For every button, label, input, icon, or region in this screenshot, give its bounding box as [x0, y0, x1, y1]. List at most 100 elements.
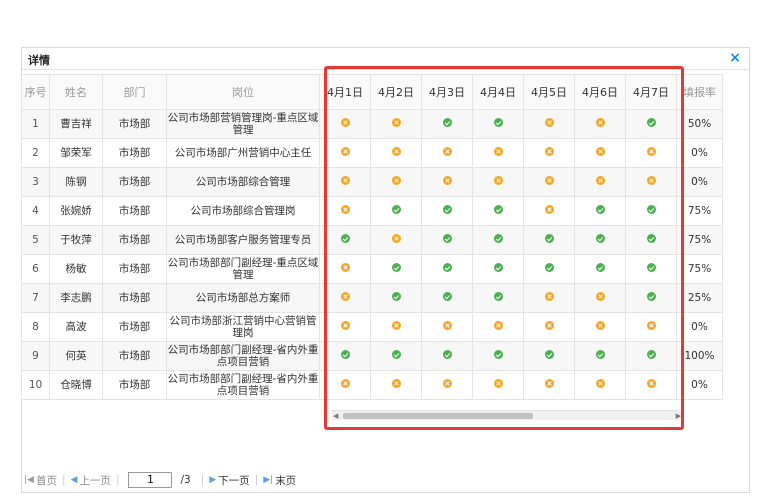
cell-rate: 0% [676, 138, 723, 168]
scrollbar-thumb[interactable] [343, 413, 533, 419]
header-date: 4月5日 [523, 74, 575, 110]
x-circle-icon [493, 147, 503, 156]
x-circle-icon [595, 379, 605, 388]
cell-dept: 市场部 [102, 312, 167, 342]
status-cell [421, 109, 473, 139]
status-cell [421, 167, 473, 197]
status-cell [319, 341, 371, 371]
cell-rate: 75% [676, 254, 723, 284]
status-cell [421, 370, 473, 400]
check-circle-icon [493, 350, 503, 359]
x-circle-icon [442, 321, 452, 330]
status-cell [574, 196, 626, 226]
check-circle-icon [544, 350, 554, 359]
status-cell [523, 138, 575, 168]
status-cell [370, 225, 422, 255]
first-page-button[interactable]: |◀ 首页 [24, 473, 57, 488]
table-row: 7 李志鹏 市场部 公司市场部总方案师 25% [21, 283, 723, 313]
next-page-button[interactable]: ▶ 下一页 [209, 473, 249, 488]
table-row: 3 陈钢 市场部 公司市场部综合管理 0% [21, 167, 723, 197]
cell-position: 公司市场部综合管理岗 [166, 196, 320, 226]
status-cell [523, 312, 575, 342]
prev-page-button[interactable]: ◀ 上一页 [71, 473, 111, 488]
status-cell [370, 167, 422, 197]
close-icon[interactable]: × [728, 51, 742, 65]
check-circle-icon [340, 350, 350, 359]
cell-rate: 100% [676, 341, 723, 371]
horizontal-scrollbar[interactable]: ◀ ▶ [331, 410, 684, 420]
cell-position: 公司市场部浙江营销中心营销管理岗 [166, 312, 320, 342]
cell-rate: 75% [676, 225, 723, 255]
first-page-label: 首页 [35, 474, 57, 487]
status-cell [625, 109, 677, 139]
next-page-icon: ▶ [209, 475, 217, 485]
cell-position: 公司市场部部门副经理-重点区域管理 [166, 254, 320, 284]
x-circle-icon [544, 379, 554, 388]
status-cell [319, 196, 371, 226]
pagination: |◀ 首页 | ◀ 上一页 | /3 | ▶ 下一页 | ▶| 末页 [24, 472, 296, 488]
x-circle-icon [391, 147, 401, 156]
status-cell [574, 283, 626, 313]
status-cell [319, 167, 371, 197]
status-cell [625, 254, 677, 284]
status-cell [370, 341, 422, 371]
status-cell [421, 254, 473, 284]
x-circle-icon [391, 234, 401, 243]
check-circle-icon [391, 263, 401, 272]
check-circle-icon [442, 263, 452, 272]
cell-name: 高波 [49, 312, 103, 342]
prev-page-icon: ◀ [70, 475, 78, 485]
prev-page-label: 上一页 [79, 474, 111, 487]
status-cell [421, 283, 473, 313]
x-circle-icon [340, 321, 350, 330]
page-number-input[interactable] [128, 472, 173, 488]
x-circle-icon [646, 379, 656, 388]
cell-index: 2 [21, 138, 50, 168]
scroll-left-icon[interactable]: ◀ [333, 412, 338, 420]
status-cell [319, 138, 371, 168]
x-circle-icon [493, 321, 503, 330]
status-cell [319, 370, 371, 400]
status-cell [421, 312, 473, 342]
status-cell [421, 341, 473, 371]
cell-index: 3 [21, 167, 50, 197]
check-circle-icon [493, 205, 503, 214]
last-page-button[interactable]: ▶| 末页 [263, 473, 296, 488]
x-circle-icon [340, 292, 350, 301]
status-cell [523, 167, 575, 197]
cell-name: 仓晓博 [49, 370, 103, 400]
check-circle-icon [391, 292, 401, 301]
x-circle-icon [544, 205, 554, 214]
cell-index: 9 [21, 341, 50, 371]
x-circle-icon [391, 321, 401, 330]
scroll-right-icon[interactable]: ▶ [676, 412, 681, 420]
status-cell [625, 283, 677, 313]
check-circle-icon [442, 118, 452, 127]
header-name: 姓名 [49, 74, 103, 110]
status-cell [523, 225, 575, 255]
cell-rate: 0% [676, 312, 723, 342]
status-cell [472, 312, 524, 342]
check-circle-icon [646, 350, 656, 359]
cell-index: 4 [21, 196, 50, 226]
cell-index: 5 [21, 225, 50, 255]
x-circle-icon [442, 176, 452, 185]
status-cell [625, 341, 677, 371]
cell-rate: 75% [676, 196, 723, 226]
x-circle-icon [595, 176, 605, 185]
cell-rate: 0% [676, 167, 723, 197]
cell-index: 7 [21, 283, 50, 313]
divider: | [254, 474, 259, 486]
cell-rate: 50% [676, 109, 723, 139]
cell-name: 何英 [49, 341, 103, 371]
header-date: 4月3日 [421, 74, 473, 110]
status-cell [370, 283, 422, 313]
cell-position: 公司市场部部门副经理-省内外重点项目营销 [166, 341, 320, 371]
table-row: 10 仓晓博 市场部 公司市场部部门副经理-省内外重点项目营销 0% [21, 370, 723, 400]
x-circle-icon [493, 379, 503, 388]
check-circle-icon [442, 234, 452, 243]
cell-dept: 市场部 [102, 370, 167, 400]
check-circle-icon [646, 118, 656, 127]
cell-rate: 25% [676, 283, 723, 313]
x-circle-icon [391, 379, 401, 388]
